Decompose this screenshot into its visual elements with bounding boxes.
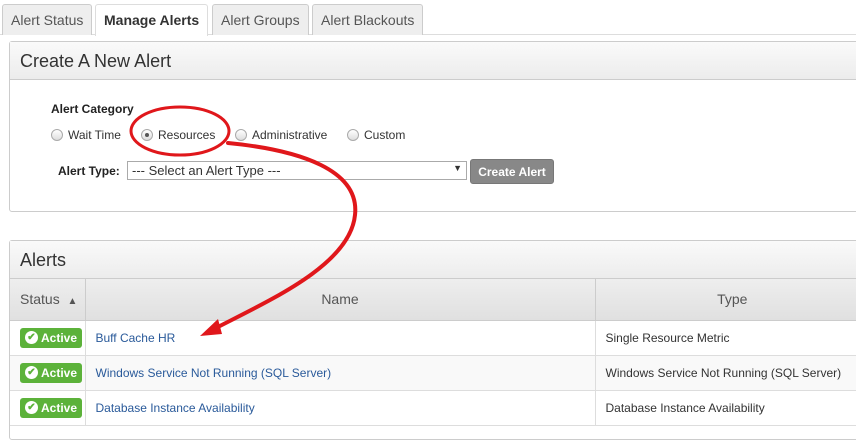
radio-custom[interactable]: Custom bbox=[347, 128, 405, 142]
alert-type: Single Resource Metric bbox=[595, 320, 856, 356]
select-value: --- Select an Alert Type --- bbox=[132, 163, 281, 178]
tab-alert-blackouts[interactable]: Alert Blackouts bbox=[312, 4, 424, 35]
tab-manage-alerts[interactable]: Manage Alerts bbox=[95, 4, 209, 36]
alert-name-link[interactable]: Windows Service Not Running (SQL Server) bbox=[96, 366, 332, 380]
alert-type-label: Alert Type: bbox=[58, 164, 120, 178]
table-row: ✔ Active Windows Service Not Running (SQL… bbox=[10, 355, 856, 391]
tab-alert-groups[interactable]: Alert Groups bbox=[212, 4, 309, 35]
radio-label: Custom bbox=[364, 128, 406, 142]
alert-name-link[interactable]: Database Instance Availability bbox=[96, 401, 255, 415]
panel-title: Create A New Alert bbox=[10, 42, 856, 80]
column-name[interactable]: Name bbox=[85, 279, 596, 321]
status-badge: ✔ Active bbox=[20, 327, 83, 348]
check-circle-icon: ✔ bbox=[25, 366, 38, 379]
dropdown-arrow-icon: ▼ bbox=[453, 163, 462, 173]
tab-bar: Alert Status Manage Alerts Alert Groups … bbox=[0, 0, 856, 36]
alerts-panel: Alerts Status ▲ Name Type ✔ Active Buff C… bbox=[9, 240, 856, 440]
alert-category-label: Alert Category bbox=[51, 102, 134, 116]
status-badge: ✔ Active bbox=[20, 362, 83, 383]
radio-resources[interactable]: Resources bbox=[141, 128, 215, 142]
panel-title: Alerts bbox=[10, 241, 856, 279]
radio-wait-time[interactable]: Wait Time bbox=[51, 128, 121, 142]
radio-label: Administrative bbox=[252, 128, 328, 142]
alerts-table: Status ▲ Name Type ✔ Active Buff Cache HR… bbox=[10, 279, 856, 426]
create-alert-panel: Create A New Alert Alert Category Wait T… bbox=[9, 41, 856, 212]
radio-administrative[interactable]: Administrative bbox=[235, 128, 327, 142]
check-circle-icon: ✔ bbox=[25, 401, 38, 414]
column-status[interactable]: Status ▲ bbox=[10, 279, 86, 321]
column-type[interactable]: Type bbox=[595, 279, 856, 321]
create-alert-button[interactable]: Create Alert bbox=[470, 159, 554, 184]
alert-type: Windows Service Not Running (SQL Server) bbox=[595, 355, 856, 391]
radio-label: Wait Time bbox=[68, 128, 121, 142]
alert-type-select[interactable]: --- Select an Alert Type --- ▼ bbox=[127, 161, 467, 180]
radio-label: Resources bbox=[158, 128, 216, 142]
status-badge: ✔ Active bbox=[20, 397, 83, 418]
table-row: ✔ Active Buff Cache HR Single Resource Me… bbox=[10, 320, 856, 356]
sort-asc-icon: ▲ bbox=[67, 296, 78, 308]
tab-alert-status[interactable]: Alert Status bbox=[2, 4, 93, 35]
alert-type: Database Instance Availability bbox=[595, 390, 856, 426]
alert-name-link[interactable]: Buff Cache HR bbox=[96, 331, 176, 345]
table-row: ✔ Active Database Instance Availability D… bbox=[10, 390, 856, 426]
check-circle-icon: ✔ bbox=[25, 331, 38, 344]
